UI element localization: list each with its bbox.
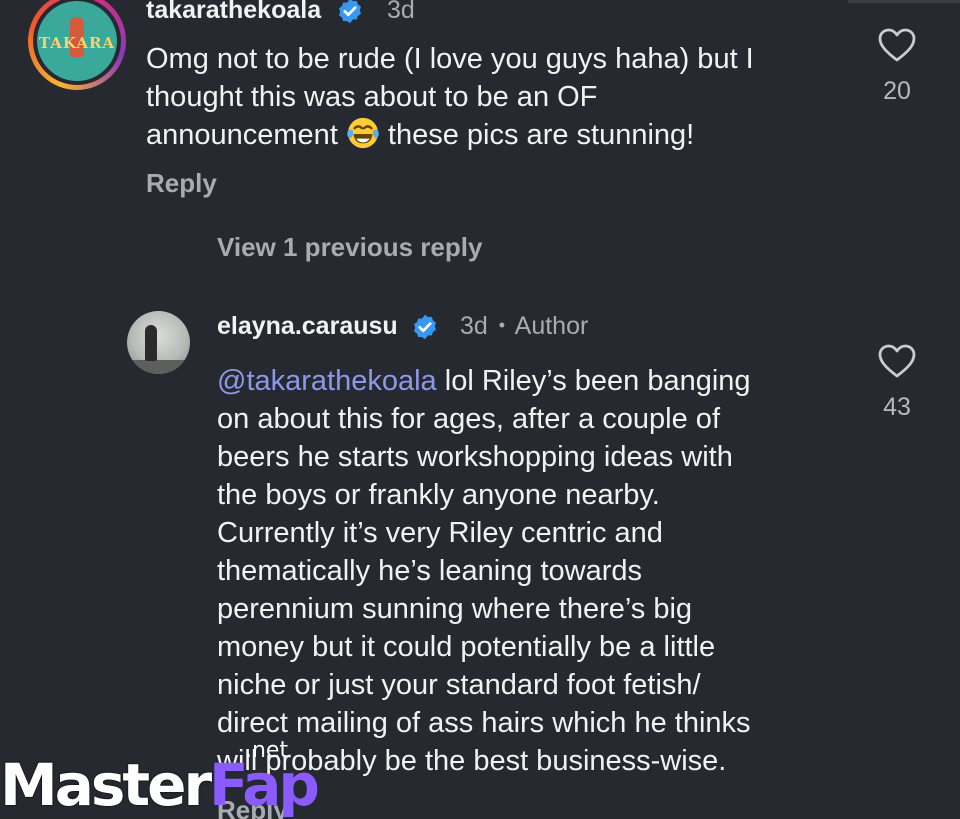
reply-text-line: thematically he’s leaning towards [217, 555, 643, 587]
reply-text-line: perennium sunning where there’s big [217, 593, 693, 625]
verified-badge-icon [414, 314, 436, 340]
avatar-image: TAKARA [37, 1, 117, 81]
top-divider [848, 0, 960, 3]
like-count: 43 [883, 393, 911, 421]
view-previous-replies-button[interactable]: View 1 previous reply [217, 232, 482, 263]
reply-meta: 3d • Author [460, 312, 588, 341]
comment-timestamp: 3d [387, 0, 415, 24]
comment-text: Omg not to be rude (I love you guys haha… [146, 40, 754, 154]
comment-text-fragment: these pics are stunning! [379, 119, 695, 151]
watermark-suffix: .net [245, 738, 289, 763]
face-with-tears-of-joy-icon [347, 117, 379, 149]
heart-outline-icon[interactable] [877, 343, 917, 379]
comment-text-line: Omg not to be rude (I love you guys haha… [146, 43, 754, 75]
reply-text-line: the boys or frankly anyone nearby. [217, 479, 660, 511]
comment-text-fragment: announcement [146, 119, 338, 151]
heart-outline-icon[interactable] [877, 27, 917, 63]
watermark-logo: MasterFap .net [0, 740, 320, 819]
reply-button[interactable]: Reply [146, 168, 217, 199]
reply-timestamp: 3d [460, 312, 488, 340]
reply-text-line: Currently it’s very Riley centric and [217, 517, 663, 549]
reply-text-line: on about this for ages, after a couple o… [217, 403, 720, 435]
like-count: 20 [883, 77, 911, 105]
author-label: Author [514, 312, 589, 340]
reply-text-fragment: lol Riley’s been banging [436, 365, 751, 397]
comment-text-line: thought this was about to be an OF [146, 81, 598, 113]
avatar[interactable]: TAKARA [28, 0, 126, 90]
avatar-ground [127, 360, 190, 374]
verified-badge-icon [339, 0, 361, 24]
watermark-text: Master [0, 751, 212, 819]
avatar-figure [145, 325, 157, 361]
reply-text-line: @takarathekoala lol Riley’s been banging [217, 362, 751, 400]
reply-text: @takarathekoala lol Riley’s been banging… [217, 362, 751, 780]
avatar-logo-text: TAKARA [38, 34, 116, 52]
reply-text-line: money but it could potentially be a litt… [217, 631, 716, 663]
avatar[interactable] [127, 311, 190, 374]
mention-link[interactable]: @takarathekoala [217, 365, 437, 397]
reply-username[interactable]: elayna.carausu [217, 312, 398, 341]
reply-text-line: niche or just your standard foot fetish/ [217, 669, 701, 701]
reply-text-line: direct mailing of ass hairs which he thi… [217, 707, 751, 739]
reply-text-line: beers he starts workshopping ideas with [217, 441, 733, 473]
comment-text-line: announcement these pics are stunning! [146, 116, 754, 154]
comment-username[interactable]: takarathekoala [146, 0, 321, 25]
meta-separator: • [498, 315, 506, 335]
